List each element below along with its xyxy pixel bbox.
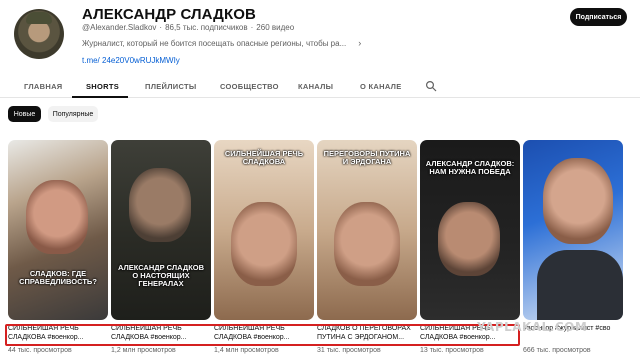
chip-popular[interactable]: Популярные: [48, 106, 98, 122]
thumbnail-caption: АЛЕКСАНДР СЛАДКОВ: НАМ НУЖНА ПОБЕДА: [425, 159, 515, 176]
tab-shorts[interactable]: SHORTS: [86, 82, 119, 91]
search-icon[interactable]: [425, 80, 437, 92]
channel-name: АЛЕКСАНДР СЛАДКОВ: [82, 6, 256, 23]
tab-channels[interactable]: КАНАЛЫ: [298, 82, 333, 91]
video-count: 260 видео: [256, 23, 295, 32]
channel-meta: @Alexander.Sladkov · 86,5 тыс. подписчиков…: [82, 23, 295, 32]
watermark: YAPLAKAL.COM: [477, 320, 588, 334]
short-views: 13 тыс. просмотров: [420, 347, 484, 354]
short-views: 666 тыс. просмотров: [523, 347, 591, 354]
short-thumbnail[interactable]: ПЕРЕГОВОРЫ ПУТИНА И ЭРДОГАНА: [317, 140, 417, 320]
short-thumbnail[interactable]: АЛЕКСАНДР СЛАДКОВ: НАМ НУЖНА ПОБЕДА: [420, 140, 520, 320]
channel-link[interactable]: t.me/ 24e20V0wRUJkMWIy: [82, 56, 180, 65]
thumbnail-shirt: [537, 250, 623, 320]
thumbnail-face: [129, 168, 191, 242]
thumbnail-face: [231, 202, 297, 286]
tab-playlists[interactable]: ПЛЕЙЛИСТЫ: [145, 82, 197, 91]
chip-newest[interactable]: Новые: [8, 106, 41, 122]
short-thumbnail[interactable]: АЛЕКСАНДР СЛАДКОВ О НАСТОЯЩИХ ГЕНЕРАЛАХ: [111, 140, 211, 320]
short-thumbnail[interactable]: СИЛЬНЕЙШАЯ РЕЧЬ СЛАДКОВА: [214, 140, 314, 320]
thumbnail-face: [334, 202, 400, 286]
titles-highlight-box: [5, 324, 520, 346]
short-views: 1,2 млн просмотров: [111, 347, 176, 354]
short-views: 44 тыс. просмотров: [8, 347, 72, 354]
thumbnail-face: [543, 158, 613, 244]
channel-description-text: Журналист, который не боится посещать оп…: [82, 39, 347, 48]
thumbnail-face: [438, 202, 500, 276]
active-tab-indicator: [72, 96, 128, 98]
tab-about[interactable]: О КАНАЛЕ: [360, 82, 402, 91]
short-views: 1,4 млн просмотров: [214, 347, 279, 354]
short-thumbnail[interactable]: [523, 140, 623, 320]
thumbnail-caption: АЛЕКСАНДР СЛАДКОВ О НАСТОЯЩИХ ГЕНЕРАЛАХ: [117, 263, 205, 288]
thumbnail-face: [26, 180, 88, 254]
short-thumbnail[interactable]: СЛАДКОВ: ГДЕ СПРАВЕДЛИВОСТЬ?: [8, 140, 108, 320]
subscribe-button[interactable]: Подписаться: [570, 8, 627, 26]
chevron-right-icon[interactable]: ›: [358, 38, 361, 48]
thumbnail-caption: ПЕРЕГОВОРЫ ПУТИНА И ЭРДОГАНА: [323, 149, 411, 166]
tab-community[interactable]: СООБЩЕСТВО: [220, 82, 279, 91]
channel-header: АЛЕКСАНДР СЛАДКОВ @Alexander.Sladkov · 86,…: [0, 0, 640, 78]
channel-handle: @Alexander.Sladkov: [82, 23, 157, 32]
thumbnail-caption: СИЛЬНЕЙШАЯ РЕЧЬ СЛАДКОВА: [224, 149, 304, 166]
tab-home[interactable]: ГЛАВНАЯ: [24, 82, 62, 91]
channel-avatar[interactable]: [14, 9, 64, 59]
channel-description[interactable]: Журналист, который не боится посещать оп…: [82, 38, 361, 48]
subscriber-count: 86,5 тыс. подписчиков: [165, 23, 248, 32]
thumbnail-caption: СЛАДКОВ: ГДЕ СПРАВЕДЛИВОСТЬ?: [19, 269, 97, 286]
channel-tabs: ГЛАВНАЯ SHORTS ПЛЕЙЛИСТЫ СООБЩЕСТВО КАНА…: [0, 78, 640, 98]
short-views: 31 тыс. просмотров: [317, 347, 381, 354]
